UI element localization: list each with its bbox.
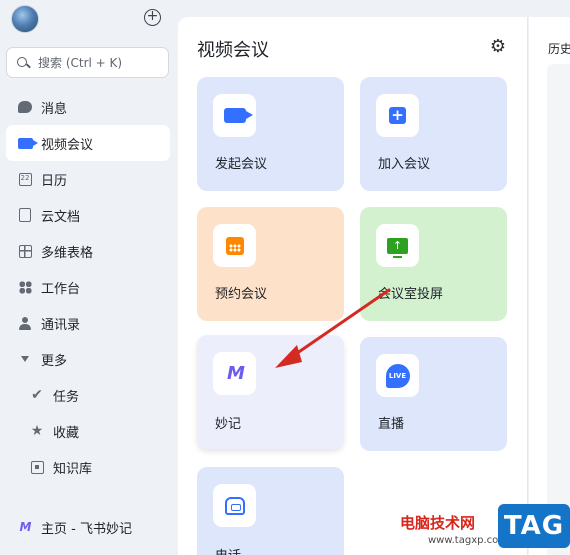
card-label: 加入会议 [378,157,431,172]
miaoji-icon: M [213,352,256,395]
card-label: 电话 [215,545,241,555]
card-label: 会议室投屏 [378,287,444,302]
history-list[interactable] [547,64,570,555]
start-meeting-card[interactable]: 发起会议 [197,77,344,191]
sidebar-item-label: 消息 [41,101,68,117]
sidebar-item-tasks[interactable]: ✔ 任务 [6,377,170,413]
schedule-meeting-card[interactable]: 预约会议 [197,207,344,321]
gear-icon[interactable]: ⚙ [489,38,507,56]
doc-icon [17,207,33,223]
miaoji-card[interactable]: M 妙记 [197,335,344,449]
join-meeting-card[interactable]: + 加入会议 [360,77,507,191]
check-icon: ✔ [31,387,43,403]
search-input[interactable]: 搜索 (Ctrl + K) [6,47,169,78]
watermark-logo: TAG [498,504,570,548]
live-card[interactable]: LIVE 直播 [360,337,507,451]
sidebar-item-label: 通讯录 [41,317,81,333]
sidebar-item-label: 视频会议 [41,137,94,153]
add-square-icon: + [376,94,419,137]
sidebar-item-label: 收藏 [53,425,80,441]
card-label: 妙记 [215,417,242,432]
video-icon [17,135,38,151]
sidebar-item-base[interactable]: 多维表格 [6,233,170,269]
star-icon: ★ [30,423,44,439]
apps-icon [17,279,33,295]
caret-down-icon [17,351,33,367]
sidebar-item-label: 更多 [41,353,68,369]
avatar[interactable] [11,5,39,33]
library-icon [29,459,45,475]
room-share-card[interactable]: ↑ 会议室投屏 [360,207,507,321]
plus-circle-icon[interactable]: + [144,9,161,26]
sidebar-item-label: 主页 - 飞书妙记 [41,521,132,537]
table-icon [17,243,33,259]
schedule-icon [213,224,256,267]
sidebar-item-miaoji-home[interactable]: M 主页 - 飞书妙记 [6,509,170,545]
search-placeholder: 搜索 (Ctrl + K) [38,56,123,70]
sidebar-item-messages[interactable]: 消息 [6,89,170,125]
sidebar-item-video-meeting[interactable]: 视频会议 [6,125,170,161]
message-icon [17,99,33,115]
card-label: 发起会议 [215,157,268,172]
contacts-icon [17,315,33,331]
sidebar-item-label: 日历 [41,173,68,189]
phone-card[interactable]: 电话 [197,467,344,555]
history-panel: 历史 [529,17,570,555]
sidebar-nav: 消息 视频会议 22 日历 云文档 多维表格 工作台 通讯录 更多 ✔ 任务 ★… [6,89,170,485]
sidebar-item-favorites[interactable]: ★ 收藏 [6,413,170,449]
phone-icon [213,484,256,527]
watermark-url: www.tagxp.com [428,535,508,546]
sidebar-item-label: 知识库 [53,461,93,477]
sidebar-item-label: 多维表格 [41,245,94,261]
search-icon [16,56,30,70]
sidebar-item-calendar[interactable]: 22 日历 [6,161,170,197]
watermark-text: 电脑技术网 [400,514,476,532]
history-title: 历史 [548,42,570,56]
sidebar-item-wiki[interactable]: 知识库 [6,449,170,485]
video-meeting-panel: 视频会议 ⚙ 发起会议 + 加入会议 预约会议 ↑ 会议室投屏 M 妙记 LIV… [178,17,528,555]
page-title: 视频会议 [197,40,269,61]
sidebar-item-label: 云文档 [41,209,81,225]
miaoji-icon: M [19,520,32,534]
sidebar: + 搜索 (Ctrl + K) 消息 视频会议 22 日历 云文档 多维表格 工… [0,0,178,555]
live-icon: LIVE [376,354,419,397]
sidebar-item-more[interactable]: 更多 [6,341,170,377]
sidebar-item-label: 工作台 [41,281,81,297]
sidebar-item-contacts[interactable]: 通讯录 [6,305,170,341]
card-label: 直播 [378,417,405,432]
calendar-icon: 22 [17,171,33,187]
sidebar-item-docs[interactable]: 云文档 [6,197,170,233]
camera-icon [213,94,256,137]
card-label: 预约会议 [215,287,268,302]
sidebar-item-workplace[interactable]: 工作台 [6,269,170,305]
screen-share-icon: ↑ [376,224,419,267]
sidebar-item-label: 任务 [53,389,80,405]
